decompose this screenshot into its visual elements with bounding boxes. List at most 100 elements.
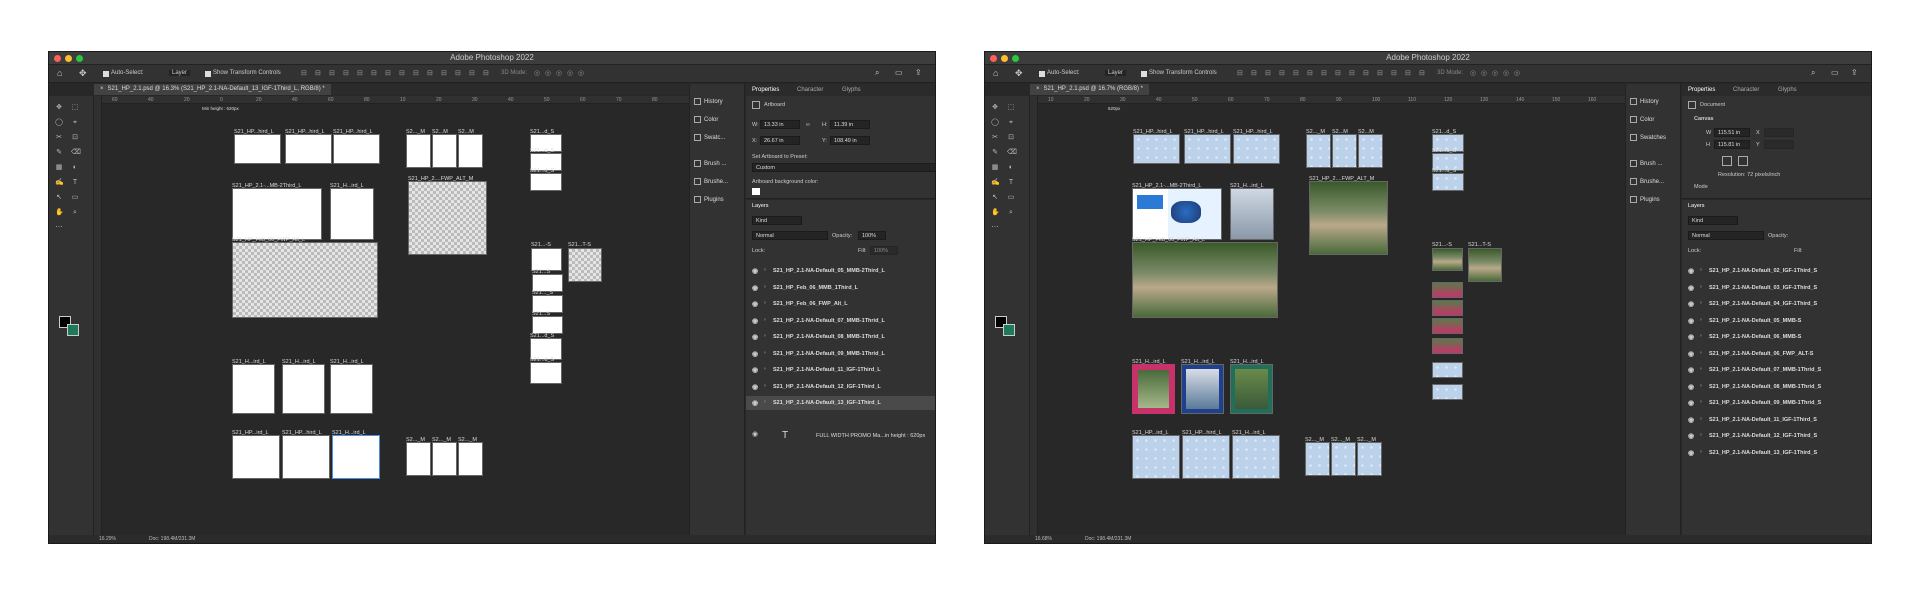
marquee-tool-icon[interactable]: ⬚ (1007, 104, 1015, 112)
expand-chevron-icon[interactable]: › (1700, 432, 1702, 438)
align-icon[interactable]: ⊟ (315, 69, 321, 77)
3d-control-icon[interactable]: ◎ (1470, 69, 1476, 77)
path-select-tool-icon[interactable]: ↖ (991, 194, 999, 202)
artboard[interactable] (1432, 384, 1463, 400)
hand-tool-icon[interactable]: ✋ (55, 209, 64, 217)
artboard[interactable] (1133, 134, 1180, 164)
type-tool-icon[interactable]: T (71, 179, 79, 187)
layer-row[interactable]: ◉ › S21_HP_2.1-NA-Default_12_IGF-1Third_L (746, 380, 935, 394)
artboard[interactable] (1331, 442, 1356, 476)
artboard[interactable] (1432, 300, 1463, 316)
align-icon[interactable]: ⊟ (469, 69, 475, 77)
y-field[interactable] (1764, 140, 1794, 149)
artboard[interactable] (1230, 364, 1273, 414)
expand-chevron-icon[interactable]: › (764, 383, 766, 389)
crop-tool-icon[interactable]: ✂ (991, 134, 999, 142)
artboard[interactable] (1432, 362, 1463, 378)
artboard[interactable] (1432, 338, 1463, 354)
expand-chevron-icon[interactable]: › (764, 317, 766, 323)
3d-control-icon[interactable]: ◎ (556, 69, 562, 77)
align-icon[interactable]: ⊟ (1349, 69, 1355, 77)
transform-checkbox[interactable] (205, 71, 211, 77)
more-tool-icon[interactable]: ⋯ (991, 224, 999, 232)
artboard[interactable] (432, 442, 457, 476)
zoom-tool-icon[interactable]: ⌕ (71, 209, 79, 217)
layer-row[interactable]: ◉ › S21_HP_2.1-NA-Default_08_MMB-1Thrid_L (746, 330, 935, 344)
panel-brushe[interactable]: Brushe... (694, 178, 728, 185)
visibility-eye-icon[interactable]: ◉ (752, 300, 758, 308)
align-icon[interactable]: ⊟ (399, 69, 405, 77)
artboard[interactable] (458, 442, 483, 476)
title-bar[interactable]: Adobe Photoshop 2022 (49, 52, 935, 65)
visibility-eye-icon[interactable]: ◉ (752, 399, 758, 407)
visibility-eye-icon[interactable]: ◉ (752, 333, 758, 341)
artboard[interactable] (1432, 248, 1463, 271)
rectangle-tool-icon[interactable]: ▭ (71, 194, 79, 202)
hand-tool-icon[interactable]: ✋ (991, 209, 1000, 217)
brush-tool-icon[interactable]: ✎ (55, 149, 63, 157)
3d-control-icon[interactable]: ◎ (578, 69, 584, 77)
artboard[interactable] (1357, 442, 1382, 476)
layer-row[interactable]: ◉ › S21_HP_2.1-NA-Default_09_MMB-1Thrid_S (1682, 396, 1871, 410)
align-icon[interactable]: ⊟ (413, 69, 419, 77)
link-icon[interactable]: ∞ (806, 122, 810, 128)
layer-row[interactable]: ◉ › S21_HP_Feb_06_MMB_1Third_L (746, 281, 935, 295)
brush-tool-icon[interactable]: ✎ (991, 149, 999, 157)
move-tool-icon[interactable]: ✥ (1015, 68, 1023, 79)
home-icon[interactable]: ⌂ (57, 68, 62, 78)
panel-brush[interactable]: Brush ... (694, 160, 726, 167)
visibility-eye-icon[interactable]: ◉ (752, 267, 758, 275)
3d-control-icon[interactable]: ◎ (1514, 69, 1520, 77)
layer-row[interactable]: ◉ › S21_HP_2.1-NA-Default_12_IGF-1Third_S (1682, 429, 1871, 443)
artboard[interactable] (234, 134, 281, 164)
share-icon[interactable]: ⇪ (1851, 68, 1858, 77)
magic-wand-tool-icon[interactable]: ⌖ (1007, 119, 1015, 127)
artboard[interactable] (333, 134, 380, 164)
dodge-tool-icon[interactable]: ◐ (1007, 164, 1015, 172)
expand-chevron-icon[interactable]: › (764, 399, 766, 405)
expand-chevron-icon[interactable]: › (1700, 383, 1702, 389)
panel-brush[interactable]: Brush ... (1630, 160, 1662, 167)
layer-row[interactable]: ◉ › S21_HP_Feb_06_FWP_Alt_L (746, 297, 935, 311)
align-icon[interactable]: ⊟ (455, 69, 461, 77)
layer-row[interactable]: ◉ › S21_HP_2.1-NA-Default_05_MMB-S (1682, 314, 1871, 328)
align-icon[interactable]: ⊟ (301, 69, 307, 77)
artboard[interactable] (1309, 181, 1388, 255)
zoom-tool-icon[interactable]: ⌕ (1007, 209, 1015, 217)
workspace-icon[interactable]: ▭ (1831, 68, 1839, 77)
align-icon[interactable]: ⊟ (1251, 69, 1257, 77)
artboard[interactable] (232, 435, 280, 479)
expand-chevron-icon[interactable]: › (1700, 449, 1702, 455)
artboard[interactable] (1182, 435, 1230, 479)
panel-swatc[interactable]: Swatc... (694, 134, 725, 141)
tab-character[interactable]: Character (797, 87, 823, 93)
expand-chevron-icon[interactable]: › (764, 300, 766, 306)
expand-chevron-icon[interactable]: › (1700, 416, 1702, 422)
artboard[interactable] (530, 173, 562, 191)
share-icon[interactable]: ⇪ (915, 68, 922, 77)
artboard[interactable] (282, 435, 330, 479)
tab-glyphs[interactable]: Glyphs (1778, 87, 1797, 93)
eraser-tool-icon[interactable]: ⌫ (1007, 149, 1017, 157)
visibility-eye-icon[interactable]: ◉ (1688, 383, 1694, 391)
artboard[interactable] (1230, 188, 1274, 240)
artboard[interactable] (532, 316, 563, 334)
artboard[interactable] (406, 134, 431, 168)
move-tool-icon[interactable]: ✥ (991, 104, 999, 112)
artboard[interactable] (332, 435, 380, 479)
align-icon[interactable]: ⊟ (371, 69, 377, 77)
expand-chevron-icon[interactable]: › (1700, 317, 1702, 323)
x-field[interactable]: 26.67 in (760, 136, 800, 145)
tab-glyphs[interactable]: Glyphs (842, 87, 861, 93)
layer-filter-kind[interactable]: Kind (752, 216, 802, 225)
layer-row[interactable]: ◉ › S21_HP_2.1-NA-Default_07_MMB-1Thrid_L (746, 314, 935, 328)
artboard[interactable] (1432, 318, 1463, 334)
pen-tool-icon[interactable]: ✍ (55, 179, 64, 187)
tab-properties[interactable]: Properties (752, 87, 779, 93)
background-color-swatch[interactable] (1003, 324, 1015, 336)
visibility-eye-icon[interactable]: ◉ (1688, 317, 1694, 325)
align-icon[interactable]: ⊟ (343, 69, 349, 77)
gradient-tool-icon[interactable]: ▦ (55, 164, 63, 172)
artboard[interactable] (232, 364, 275, 414)
expand-chevron-icon[interactable]: › (1700, 300, 1702, 306)
